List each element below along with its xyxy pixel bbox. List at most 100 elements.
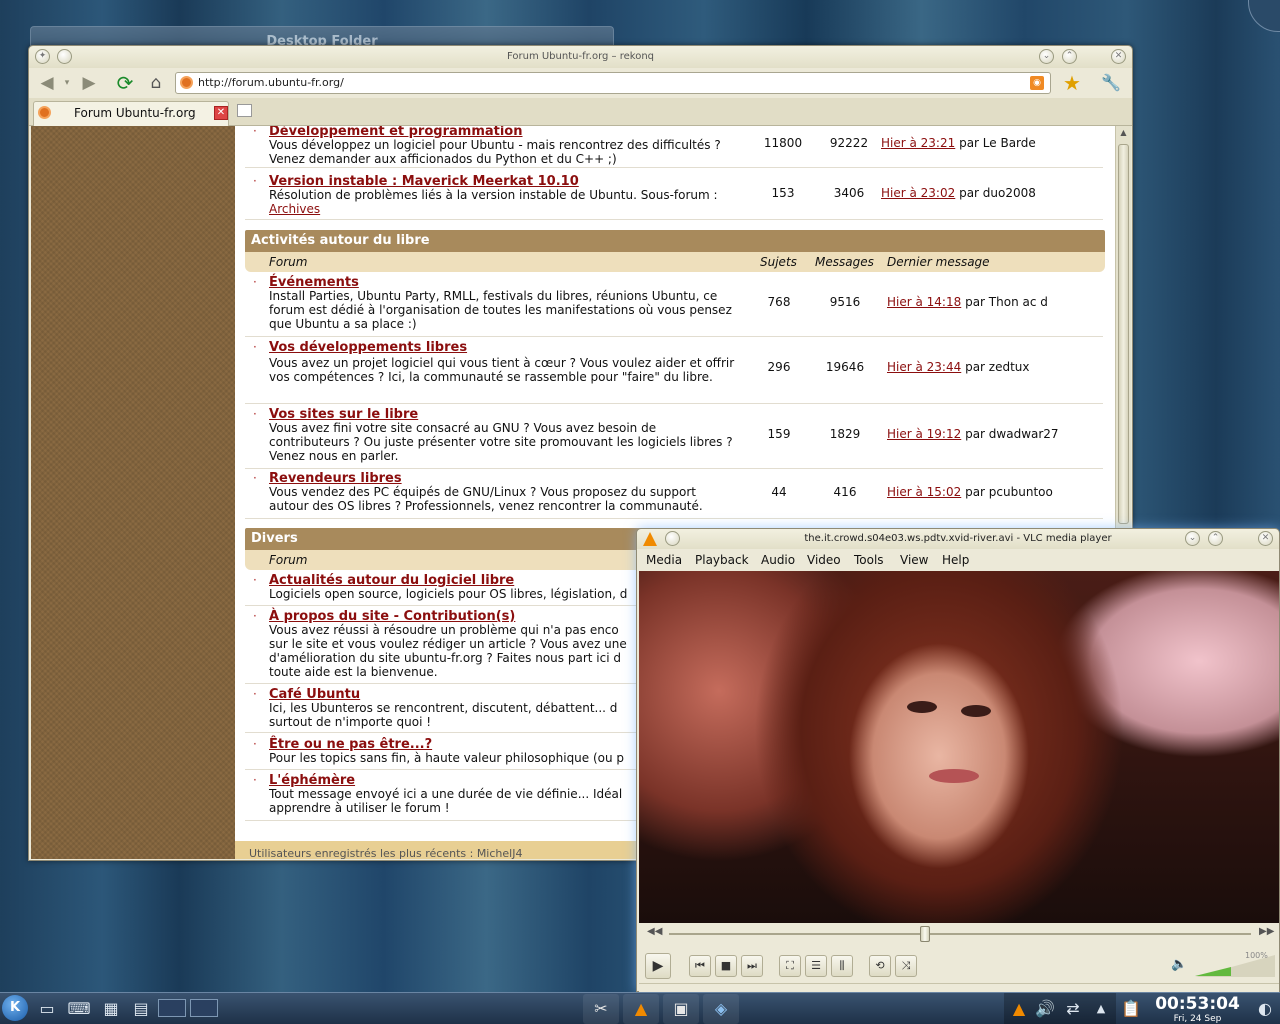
desktop-pager-2[interactable] [190, 999, 218, 1017]
forum-link[interactable]: Vos sites sur le libre [269, 407, 418, 422]
topics-count: 11800 [763, 136, 803, 150]
seek-handle[interactable] [920, 926, 931, 942]
faster-icon[interactable]: ▶▶ [1259, 926, 1274, 937]
forum-description: Install Parties, Ubuntu Party, RMLL, fes… [269, 289, 732, 331]
scroll-up-icon[interactable]: ▲ [1118, 128, 1129, 140]
desktop-toolbox-cashew[interactable] [1248, 0, 1280, 32]
konsole-icon[interactable]: ⌨ [66, 997, 92, 1021]
speaker-icon[interactable]: 🔈 [1171, 957, 1187, 972]
last-post-link[interactable]: Hier à 14:18 [887, 295, 961, 309]
system-settings-icon[interactable]: ▦ [98, 997, 124, 1021]
play-button[interactable]: ▶ [645, 953, 671, 979]
close-icon[interactable]: ✕ [1111, 49, 1126, 64]
menu-help[interactable]: Help [942, 549, 969, 571]
seek-bar[interactable]: ◀◀ ▶▶ [639, 923, 1279, 945]
forum-link[interactable]: Revendeurs libres [269, 471, 402, 486]
col-last: Dernier message [887, 255, 990, 269]
loop-button[interactable]: ⟲ [869, 955, 891, 977]
tray-vlc-icon[interactable]: ▲ [1006, 997, 1032, 1021]
video-frame[interactable] [639, 571, 1279, 923]
menu-video[interactable]: Video [807, 549, 841, 571]
bullet-icon: · [253, 407, 257, 421]
last-post-link[interactable]: Hier à 23:02 [881, 186, 955, 200]
last-post-author: par Le Barde [959, 136, 1036, 150]
archives-link[interactable]: Archives [269, 202, 320, 216]
bullet-icon: · [253, 340, 257, 354]
tab-forum-ubuntu[interactable]: Forum Ubuntu-fr.org ✕ [33, 101, 229, 126]
task-tools-icon[interactable]: ✂ [583, 994, 619, 1024]
window-menu-icon[interactable]: ✦ [35, 49, 50, 64]
bullet-icon: · [253, 773, 257, 787]
last-post-link[interactable]: Hier à 23:44 [887, 360, 961, 374]
stop-button[interactable]: ■ [715, 955, 737, 977]
clipboard-icon[interactable]: 📋 [1118, 997, 1144, 1021]
rss-icon[interactable]: ◉ [1030, 76, 1044, 90]
tab-close-icon[interactable]: ✕ [214, 106, 228, 120]
minimize-icon[interactable]: ⌄ [1039, 49, 1054, 64]
panel-toolbox-icon[interactable]: ◐ [1252, 997, 1278, 1021]
forum-link[interactable]: L'éphémère [269, 773, 355, 788]
minimize-icon[interactable]: ⌄ [1185, 531, 1200, 546]
task-terminal-icon[interactable]: ▣ [663, 994, 699, 1024]
maximize-icon[interactable]: ⌃ [1208, 531, 1223, 546]
forward-icon[interactable]: ▶ [77, 71, 101, 95]
back-history-icon[interactable]: ▾ [55, 71, 79, 95]
home-icon[interactable]: ⌂ [144, 71, 168, 95]
last-post-author: par zedtux [965, 360, 1030, 374]
last-post-author: par dwadwar27 [965, 427, 1059, 441]
col-forum: Forum [269, 553, 308, 567]
bullet-icon: · [253, 609, 257, 623]
volume-slider[interactable]: 100% [1195, 951, 1275, 977]
forum-link[interactable]: À propos du site - Contribution(s) [269, 609, 515, 624]
playlist-button[interactable]: ☰ [805, 955, 827, 977]
clock[interactable]: 00:53:04 Fri, 24 Sep [1150, 993, 1245, 1024]
tray-volume-icon[interactable]: 🔊 [1032, 997, 1058, 1021]
tab-favicon-icon [38, 106, 51, 119]
sticky-icon[interactable] [665, 531, 680, 546]
sticky-icon[interactable] [57, 49, 72, 64]
task-vlc-icon[interactable]: ▲ [623, 994, 659, 1024]
tray-expand-icon[interactable]: ▲ [1088, 997, 1114, 1021]
forum-link[interactable]: Être ou ne pas être...? [269, 737, 432, 752]
menu-audio[interactable]: Audio [761, 549, 795, 571]
random-button[interactable]: ⤨ [895, 955, 917, 977]
last-post-link[interactable]: Hier à 23:21 [881, 136, 955, 150]
extended-settings-button[interactable]: ⫼ [831, 955, 853, 977]
close-icon[interactable]: ✕ [1258, 531, 1273, 546]
file-manager-icon[interactable]: ▤ [128, 997, 154, 1021]
menu-playback[interactable]: Playback [695, 549, 749, 571]
kde-menu-icon[interactable]: K [2, 995, 28, 1021]
tools-wrench-icon[interactable]: 🔧 [1099, 71, 1123, 95]
forum-link[interactable]: Événements [269, 275, 359, 290]
last-post-link[interactable]: Hier à 15:02 [887, 485, 961, 499]
fullscreen-button[interactable]: ⛶ [779, 955, 801, 977]
forum-link[interactable]: Café Ubuntu [269, 687, 360, 702]
menu-tools[interactable]: Tools [854, 549, 884, 571]
forum-description: Tout message envoyé ici a une durée de v… [269, 787, 623, 815]
url-bar[interactable]: http://forum.ubuntu-fr.org/ ◉ [175, 72, 1051, 94]
next-button[interactable]: ⏭ [741, 955, 763, 977]
vlc-titlebar[interactable]: the.it.crowd.s04e03.ws.pdtv.xvid-river.a… [637, 529, 1279, 549]
browser-titlebar[interactable]: ✦ Forum Ubuntu-fr.org – rekonq ⌄ ⌃ ✕ [29, 46, 1132, 68]
forum-link[interactable]: Vos développements libres [269, 340, 467, 355]
menu-media[interactable]: Media [646, 549, 682, 571]
forum-row: · Événements Install Parties, Ubuntu Par… [245, 275, 1103, 337]
reload-icon[interactable]: ⟳ [113, 71, 137, 95]
tray-network-icon[interactable]: ⇄ [1060, 997, 1086, 1021]
forum-link[interactable]: Actualités autour du logiciel libre [269, 573, 514, 588]
new-tab-icon[interactable] [237, 104, 252, 117]
previous-button[interactable]: ⏮ [689, 955, 711, 977]
task-rekonq-icon[interactable]: ◈ [703, 994, 739, 1024]
desktop-pager-1[interactable] [158, 999, 186, 1017]
scrollbar-thumb[interactable] [1118, 144, 1129, 524]
seek-track[interactable] [669, 933, 1251, 935]
slower-icon[interactable]: ◀◀ [647, 926, 662, 937]
maximize-icon[interactable]: ⌃ [1062, 49, 1077, 64]
bookmark-star-icon[interactable]: ★ [1060, 71, 1084, 95]
browser-title: Forum Ubuntu-fr.org – rekonq [506, 51, 655, 62]
show-desktop-icon[interactable]: ▭ [34, 997, 60, 1021]
menu-view[interactable]: View [900, 549, 928, 571]
forum-link[interactable]: Version instable : Maverick Meerkat 10.1… [269, 174, 579, 189]
last-post-link[interactable]: Hier à 19:12 [887, 427, 961, 441]
last-post: Hier à 23:44 par zedtux [887, 360, 1030, 374]
